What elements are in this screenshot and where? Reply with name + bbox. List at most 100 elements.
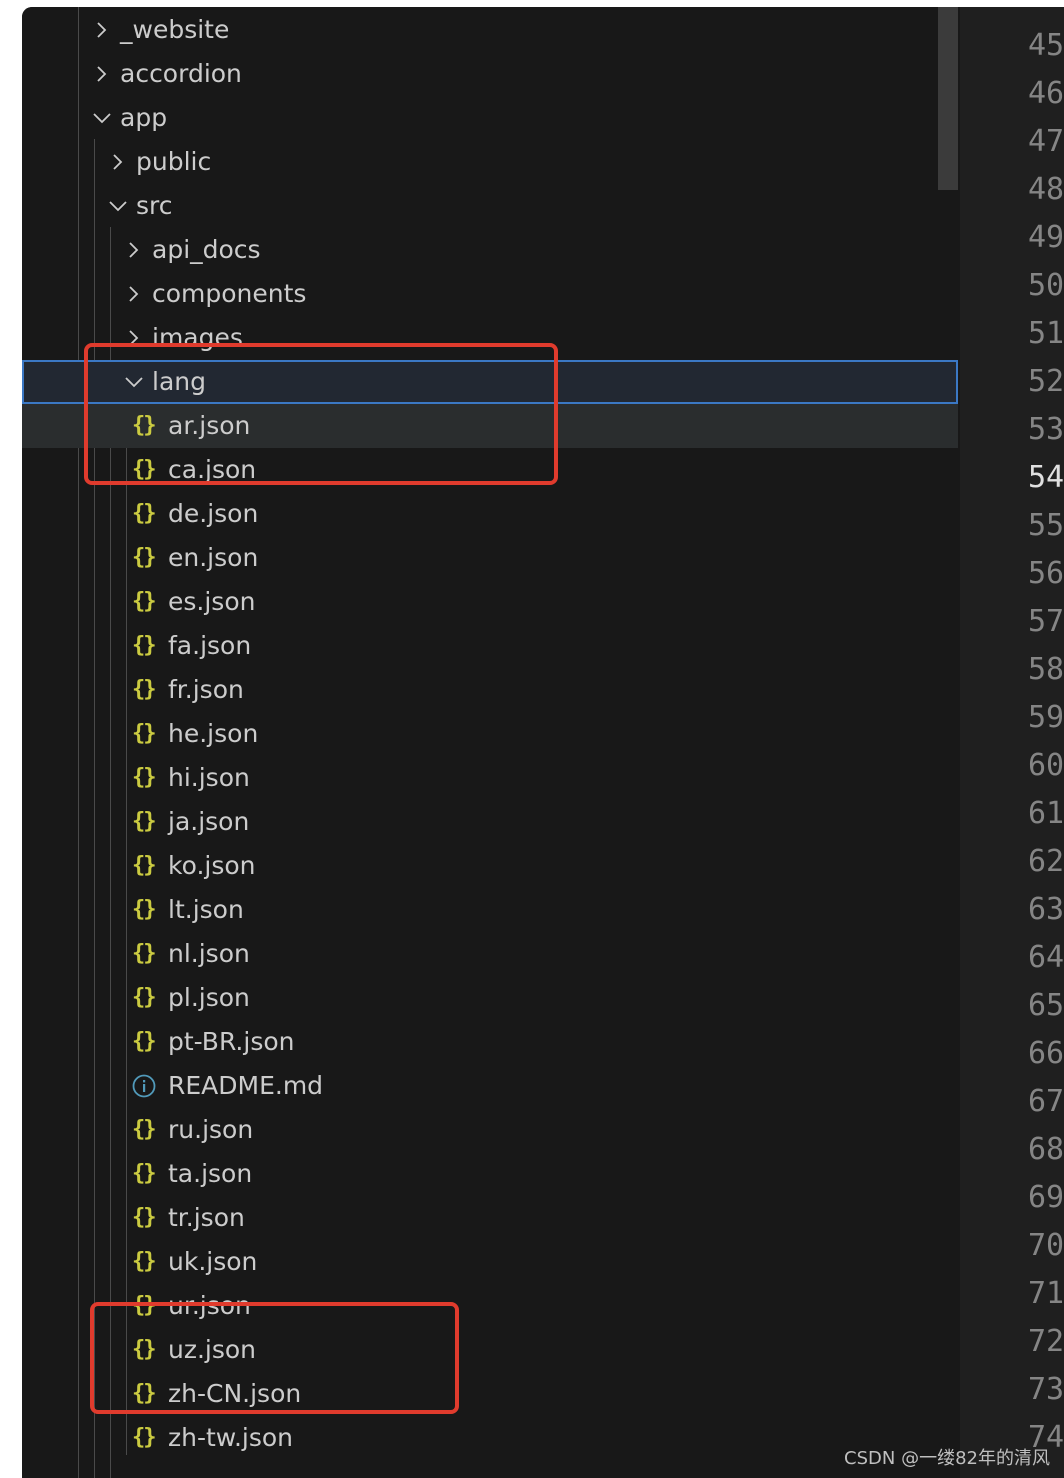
json-braces-icon: {} <box>132 1029 157 1054</box>
json-braces-icon: {} <box>132 633 157 658</box>
tree-item-label: hi.json <box>168 763 250 792</box>
json-braces-icon: {} <box>132 1381 157 1406</box>
json-braces-icon: {} <box>132 853 157 878</box>
line-number: 45 <box>1028 28 1064 63</box>
json-braces-icon: {} <box>132 1337 157 1362</box>
tree-item-label: ko.json <box>168 851 256 880</box>
tree-item-label: fa.json <box>168 631 252 660</box>
line-number: 52 <box>1028 364 1064 399</box>
line-number: 49 <box>1028 220 1064 255</box>
file-item-es-json[interactable]: {} es.json <box>22 580 958 624</box>
file-item-ru-json[interactable]: {} ru.json <box>22 1108 958 1152</box>
tree-item-label: images <box>152 323 243 352</box>
explorer-scrollbar[interactable] <box>938 7 958 190</box>
tree-item-label: pl.json <box>168 983 250 1012</box>
json-braces-icon: {} <box>132 1205 157 1230</box>
file-item-fa-json[interactable]: {} fa.json <box>22 624 958 668</box>
tree-item-label: zh-CN.json <box>168 1379 302 1408</box>
chevron-right-icon[interactable] <box>122 272 146 316</box>
tree-item-label: ar.json <box>168 411 251 440</box>
tree-item-label: src <box>136 191 173 220</box>
file-item-fr-json[interactable]: {} fr.json <box>22 668 958 712</box>
chevron-down-icon[interactable] <box>106 184 130 228</box>
line-number: 60 <box>1028 748 1064 783</box>
line-number: 56 <box>1028 556 1064 591</box>
file-item-uz-json[interactable]: {} uz.json <box>22 1328 958 1372</box>
file-item-ar-json[interactable]: {} ar.json <box>22 404 958 448</box>
json-braces-icon: {} <box>132 809 157 834</box>
folder-item-app[interactable]: app <box>22 96 958 140</box>
tree-item-label: uz.json <box>168 1335 257 1364</box>
chevron-down-icon[interactable] <box>90 96 114 140</box>
file-item-uk-json[interactable]: {} uk.json <box>22 1240 958 1284</box>
tree-item-label: es.json <box>168 587 256 616</box>
file-item-nl-json[interactable]: {} nl.json <box>22 932 958 976</box>
json-braces-icon: {} <box>132 1293 157 1318</box>
chevron-right-icon[interactable] <box>90 52 114 96</box>
file-item-hi-json[interactable]: {} hi.json <box>22 756 958 800</box>
file-item-en-json[interactable]: {} en.json <box>22 536 958 580</box>
json-braces-icon: {} <box>132 897 157 922</box>
folder-item-accordion[interactable]: accordion <box>22 52 958 96</box>
line-number: 70 <box>1028 1228 1064 1263</box>
line-number: 59 <box>1028 700 1064 735</box>
line-number: 46 <box>1028 76 1064 111</box>
folder-item-images[interactable]: images <box>22 316 958 360</box>
json-braces-icon: {} <box>132 589 157 614</box>
json-braces-icon: {} <box>132 501 157 526</box>
line-number: 57 <box>1028 604 1064 639</box>
chevron-right-icon[interactable] <box>122 228 146 272</box>
file-item-ca-json[interactable]: {} ca.json <box>22 448 958 492</box>
tree-item-label: app <box>120 103 168 132</box>
json-braces-icon: {} <box>132 677 157 702</box>
line-number: 48 <box>1028 172 1064 207</box>
file-item-pt-br-json[interactable]: {} pt-BR.json <box>22 1020 958 1064</box>
folder-item-lang[interactable]: lang <box>22 360 958 404</box>
json-braces-icon: {} <box>132 1161 157 1186</box>
file-item-pl-json[interactable]: {} pl.json <box>22 976 958 1020</box>
line-number: 61 <box>1028 796 1064 831</box>
tree-item-label: en.json <box>168 543 259 572</box>
chevron-right-icon[interactable] <box>106 140 130 184</box>
folder-item-website[interactable]: _website <box>22 8 958 52</box>
line-number: 50 <box>1028 268 1064 303</box>
line-number: 63 <box>1028 892 1064 927</box>
file-item-lt-json[interactable]: {} lt.json <box>22 888 958 932</box>
file-item-ur-json[interactable]: {} ur.json <box>22 1284 958 1328</box>
chevron-right-icon[interactable] <box>122 316 146 360</box>
line-number: 53 <box>1028 412 1064 447</box>
tree-item-label: ca.json <box>168 455 257 484</box>
folder-item-src[interactable]: src <box>22 184 958 228</box>
tree-item-label: de.json <box>168 499 259 528</box>
line-number: 55 <box>1028 508 1064 543</box>
file-item-ko-json[interactable]: {} ko.json <box>22 844 958 888</box>
info-icon <box>132 1064 162 1108</box>
chevron-down-icon[interactable] <box>122 360 146 404</box>
file-item-tr-json[interactable]: {} tr.json <box>22 1196 958 1240</box>
file-item-readme-md[interactable]: README.md <box>22 1064 958 1108</box>
tree-item-label: ja.json <box>168 807 250 836</box>
folder-item-components[interactable]: components <box>22 272 958 316</box>
line-number: 64 <box>1028 940 1064 975</box>
tree-item-label: components <box>152 279 307 308</box>
file-item-zh-tw-json[interactable]: {} zh-tw.json <box>22 1416 958 1460</box>
line-number: 58 <box>1028 652 1064 687</box>
folder-item-api-docs[interactable]: api_docs <box>22 228 958 272</box>
json-braces-icon: {} <box>132 721 157 746</box>
file-item-zh-cn-json[interactable]: {} zh-CN.json <box>22 1372 958 1416</box>
file-item-de-json[interactable]: {} de.json <box>22 492 958 536</box>
line-number: 72 <box>1028 1324 1064 1359</box>
json-braces-icon: {} <box>132 985 157 1010</box>
line-number: 66 <box>1028 1036 1064 1071</box>
chevron-right-icon[interactable] <box>90 8 114 52</box>
file-item-ja-json[interactable]: {} ja.json <box>22 800 958 844</box>
tree-item-label: he.json <box>168 719 259 748</box>
line-number: 73 <box>1028 1372 1064 1407</box>
json-braces-icon: {} <box>132 1249 157 1274</box>
file-item-ta-json[interactable]: {} ta.json <box>22 1152 958 1196</box>
tree-item-label: ur.json <box>168 1291 251 1320</box>
folder-item-public[interactable]: public <box>22 140 958 184</box>
tree-item-label: zh-tw.json <box>168 1423 293 1452</box>
file-item-he-json[interactable]: {} he.json <box>22 712 958 756</box>
json-braces-icon: {} <box>132 1117 157 1142</box>
